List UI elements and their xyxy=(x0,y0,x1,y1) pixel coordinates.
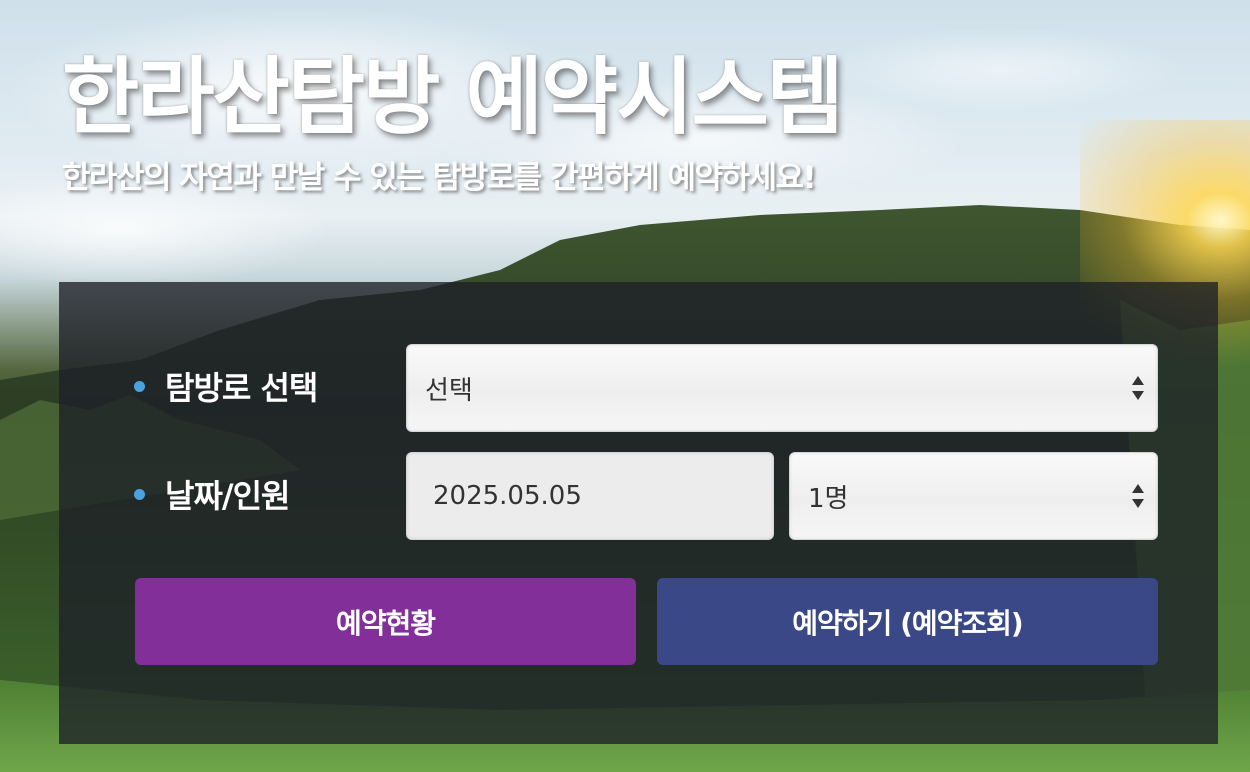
people-select[interactable]: 1명 xyxy=(789,452,1158,540)
hero-background: 한라산탐방 예약시스템 한라산의 자연과 만날 수 있는 탐방로를 간편하게 예… xyxy=(0,0,1250,772)
updown-arrows-icon xyxy=(1132,484,1144,508)
page-title: 한라산탐방 예약시스템 xyxy=(62,48,844,146)
trail-row-label: 탐방로 선택 xyxy=(134,362,318,410)
page-subtitle: 한라산의 자연과 만날 수 있는 탐방로를 간편하게 예약하세요! xyxy=(62,160,817,196)
updown-arrows-icon xyxy=(1132,376,1144,400)
people-select-value: 1명 xyxy=(808,483,849,514)
trail-select-value: 선택 xyxy=(425,375,473,406)
reservation-status-label: 예약현황 xyxy=(335,606,436,640)
date-people-row-label: 날짜/인원 xyxy=(134,470,290,518)
trail-label-text: 탐방로 선택 xyxy=(165,369,318,407)
bullet-dot-icon xyxy=(134,380,145,392)
make-reservation-button[interactable]: 예약하기 (예약조회) xyxy=(657,578,1158,665)
make-reservation-label: 예약하기 (예약조회) xyxy=(792,606,1023,640)
date-people-label-text: 날짜/인원 xyxy=(165,477,290,515)
date-input-value: 2025.05.05 xyxy=(433,481,582,511)
trail-select[interactable]: 선택 xyxy=(406,344,1158,432)
date-input[interactable]: 2025.05.05 xyxy=(406,452,774,540)
bullet-dot-icon xyxy=(134,488,145,500)
reservation-status-button[interactable]: 예약현황 xyxy=(135,578,636,665)
